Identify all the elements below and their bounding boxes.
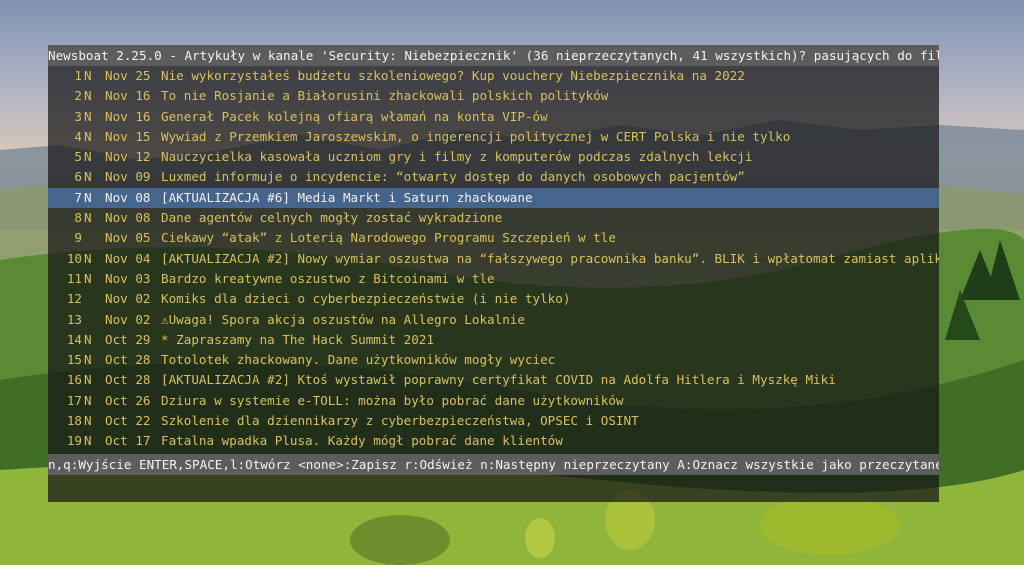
article-row[interactable]: 8 N Nov 08 Dane agentów celnych mogły zosta… (48, 208, 939, 228)
article-row[interactable]: 6 N Nov 09 Luxmed informuje o incydencie: “… (48, 167, 939, 187)
unread-flag: N (84, 352, 92, 368)
article-date: Nov 08 (105, 210, 151, 226)
article-date: Nov 25 (105, 68, 151, 83)
article-number: 13 (66, 311, 82, 327)
article-date: Nov 09 (105, 169, 151, 185)
article-number: 2 (74, 88, 82, 104)
article-title: Komiks dla dzieci o cyberbezpieczeństwie… (161, 291, 571, 307)
article-number: 9 (74, 230, 82, 246)
article-title: Generał Pacek kolejną ofiarą włamań na k… (161, 108, 548, 124)
article-row[interactable]: 4 N Nov 15 Wywiad z Przemkiem Jaroszewskim,… (48, 127, 939, 147)
article-title: * Zapraszamy na The Hack Summit 2021 (161, 331, 434, 347)
article-number: 7 (74, 189, 82, 205)
unread-flag: N (84, 372, 92, 388)
unread-flag: N (84, 250, 92, 266)
article-date: Oct 28 (105, 372, 151, 388)
article-row[interactable]: 18 N Oct 22 Szkolenie dla dziennikarzy z cy… (48, 411, 939, 431)
article-title: Wywiad z Przemkiem Jaroszewskim, o inger… (161, 128, 791, 144)
article-row[interactable]: 15 N Oct 28 Totolotek zhackowany. Dane użyt… (48, 350, 939, 370)
article-title: Totolotek zhackowany. Dane użytkowników … (161, 352, 556, 368)
article-row[interactable]: 13 Nov 02 ⚠Uwaga! Spora akcja oszustów na … (48, 310, 939, 330)
article-title: Szkolenie dla dziennikarzy z cyberbezpie… (161, 413, 639, 429)
article-row[interactable]: 17 N Oct 26 Dziura w systemie e-TOLL: można… (48, 391, 939, 411)
unread-flag: N (84, 108, 92, 124)
article-row[interactable]: 12 Nov 02 Komiks dla dzieci o cyberbezpiec… (48, 289, 939, 309)
article-title: Nauczycielka kasowała uczniom gry i film… (161, 149, 753, 165)
article-title: Fatalna wpadka Plusa. Każdy mógł pobrać … (161, 433, 563, 449)
article-number: 4 (74, 128, 82, 144)
article-date: Oct 28 (105, 352, 151, 368)
article-list[interactable]: 1 N Nov 25 Nie wykorzystałeś budżetu szkole… (48, 66, 939, 452)
article-date: Nov 16 (105, 108, 151, 124)
article-number: 17 (66, 392, 82, 408)
article-number: 12 (66, 291, 82, 307)
article-row[interactable]: 16 N Oct 28 [AKTUALIZACJA #2] Ktoś wystawił… (48, 370, 939, 390)
article-date: Oct 22 (105, 413, 151, 429)
article-date: Nov 15 (105, 128, 151, 144)
article-row[interactable]: 9 Nov 05 Ciekawy “atak” z Loterią Narodowe… (48, 228, 939, 248)
article-title: ⚠Uwaga! Spora akcja oszustów na Allegro … (161, 311, 525, 327)
article-row[interactable]: 1 N Nov 25 Nie wykorzystałeś budżetu szkole… (48, 66, 939, 86)
article-row[interactable]: 7 N Nov 08 [AKTUALIZACJA #6] Media Markt i … (48, 187, 939, 209)
article-row[interactable]: 10 N Nov 04 [AKTUALIZACJA #2] Nowy wymiar o… (48, 249, 939, 269)
article-number: 15 (66, 352, 82, 368)
unread-flag: N (84, 210, 92, 226)
article-number: 16 (66, 372, 82, 388)
unread-flag: N (84, 68, 92, 83)
article-number: 10 (66, 250, 82, 266)
unread-flag: N (84, 88, 92, 104)
article-date: Nov 12 (105, 149, 151, 165)
article-row[interactable]: 19 N Oct 17 Fatalna wpadka Plusa. Każdy móg… (48, 431, 939, 451)
article-row[interactable]: 11 N Nov 03 Bardzo kreatywne oszustwo z Bit… (48, 269, 939, 289)
article-date: Oct 17 (105, 433, 151, 449)
article-date: Nov 04 (105, 250, 151, 266)
title-bar: Newsboat 2.25.0 - Artykuły w kanale 'Sec… (48, 45, 939, 66)
article-title: [AKTUALIZACJA #2] Ktoś wystawił poprawny… (161, 372, 836, 388)
article-number: 5 (74, 149, 82, 165)
article-title: Dziura w systemie e-TOLL: można było pob… (161, 392, 624, 408)
article-number: 3 (74, 108, 82, 124)
article-title: Bardzo kreatywne oszustwo z Bitcoinami w… (161, 270, 495, 286)
newsboat-terminal[interactable]: Newsboat 2.25.0 - Artykuły w kanale 'Sec… (48, 45, 939, 502)
unread-flag: N (84, 128, 92, 144)
article-date: Oct 29 (105, 331, 151, 347)
article-row[interactable]: 2 N Nov 16 To nie Rosjanie a Białorusini zh… (48, 86, 939, 106)
article-number: 19 (66, 433, 82, 449)
article-title: Luxmed informuje o incydencie: “otwarty … (161, 169, 745, 185)
article-number: 6 (74, 169, 82, 185)
article-date: Nov 02 (105, 291, 151, 307)
unread-flag: N (84, 392, 92, 408)
unread-flag: N (84, 413, 92, 429)
unread-flag: N (84, 331, 92, 347)
article-title: Dane agentów celnych mogły zostać wykrad… (161, 210, 503, 226)
unread-flag: N (84, 189, 92, 205)
article-number: 14 (66, 331, 82, 347)
article-date: Nov 05 (105, 230, 151, 246)
article-date: Oct 26 (105, 392, 151, 408)
article-number: 1 (74, 68, 82, 83)
article-title: [AKTUALIZACJA #6] Media Markt i Saturn z… (161, 189, 533, 205)
article-row[interactable]: 14 N Oct 29 * Zapraszamy na The Hack Summit… (48, 330, 939, 350)
article-number: 8 (74, 210, 82, 226)
article-row[interactable]: 5 N Nov 12 Nauczycielka kasowała uczniom gr… (48, 147, 939, 167)
article-title: Ciekawy “atak” z Loterią Narodowego Prog… (161, 230, 616, 246)
article-title: [AKTUALIZACJA #2] Nowy wymiar oszustwa n… (161, 250, 939, 266)
unread-flag: N (84, 433, 92, 449)
article-title: To nie Rosjanie a Białorusini zhackowali… (161, 88, 609, 104)
article-date: Nov 02 (105, 311, 151, 327)
article-number: 11 (66, 270, 82, 286)
unread-flag: N (84, 270, 92, 286)
article-date: Nov 16 (105, 88, 151, 104)
article-date: Nov 08 (105, 189, 151, 205)
article-date: Nov 03 (105, 270, 151, 286)
article-title: Nie wykorzystałeś budżetu szkoleniowego?… (161, 68, 745, 83)
keybinding-help-bar: n,q:Wyjście ENTER,SPACE,l:Otwórz <none>:… (48, 454, 939, 475)
unread-flag: N (84, 149, 92, 165)
article-number: 18 (66, 413, 82, 429)
unread-flag: N (84, 169, 92, 185)
article-row[interactable]: 3 N Nov 16 Generał Pacek kolejną ofiarą wła… (48, 107, 939, 127)
